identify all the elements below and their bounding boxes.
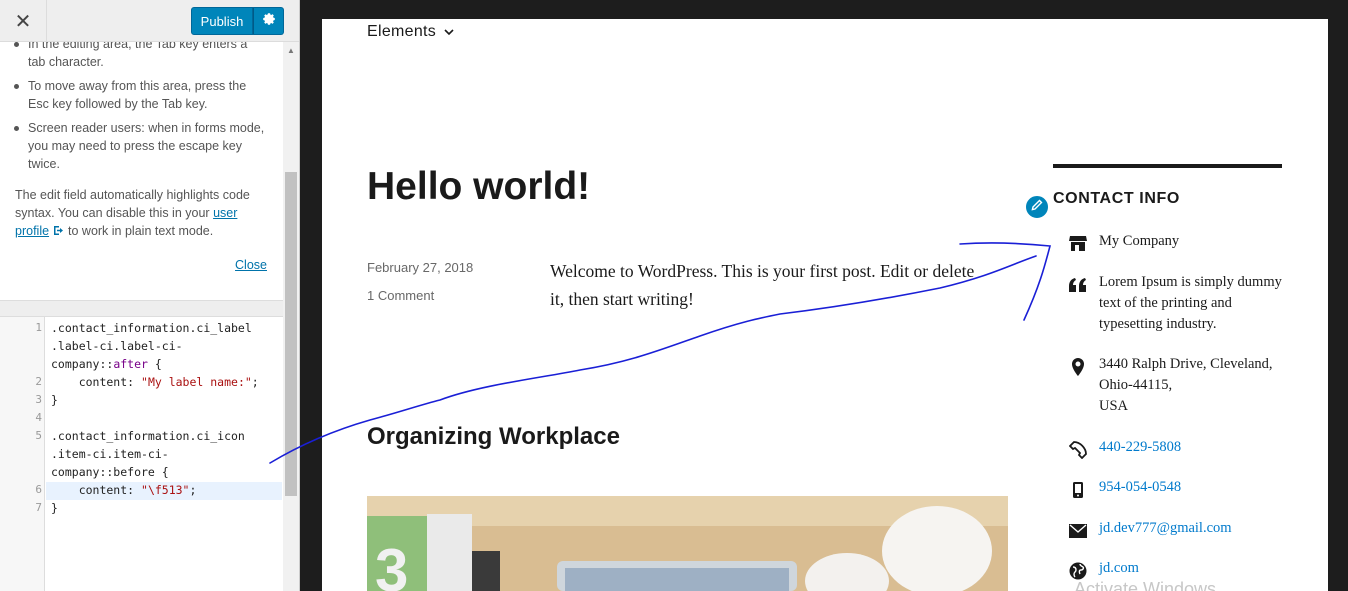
mobile-icon: [1069, 481, 1087, 499]
code-token: content:: [51, 483, 142, 497]
contact-mobile[interactable]: 954-054-0548: [1099, 477, 1294, 498]
line-number: 4: [35, 411, 42, 424]
code-line: .item-ci.item-ci-: [51, 447, 169, 461]
site-preview: Elements Hello world! February 27, 2018 …: [322, 19, 1328, 591]
line-number: 6: [35, 483, 42, 496]
publish-button[interactable]: Publish: [191, 7, 253, 35]
widget-divider: [1053, 164, 1282, 168]
post-comments-link[interactable]: 1 Comment: [367, 288, 434, 303]
code-token: company::: [51, 357, 114, 371]
nav-item-label: Elements: [367, 23, 437, 40]
scrollbar-thumb[interactable]: [285, 172, 297, 496]
phone-link[interactable]: 440-229-5808: [1099, 439, 1181, 455]
globe-icon: [1069, 562, 1087, 580]
envelope-icon: [1069, 522, 1087, 540]
code-line: .contact_information.ci_label: [51, 321, 252, 335]
contact-description: Lorem Ipsum is simply dummy text of the …: [1099, 274, 1282, 332]
mobile-link[interactable]: 954-054-0548: [1099, 479, 1181, 495]
widget-title: CONTACT INFO: [1053, 190, 1180, 207]
contact-email[interactable]: jd.dev777@gmail.com: [1099, 518, 1294, 539]
contact-company: My Company: [1099, 233, 1180, 249]
code-line: .contact_information.ci_icon: [51, 429, 245, 443]
email-link[interactable]: jd.dev777@gmail.com: [1099, 520, 1232, 536]
nav-menu-elements[interactable]: Elements: [367, 23, 454, 41]
phone-icon: [1069, 441, 1087, 459]
code-line: company::after {: [51, 357, 162, 371]
code-token: content:: [51, 375, 142, 389]
line-gutter: [0, 317, 45, 591]
chevron-down-icon: [444, 25, 454, 39]
code-line: }: [51, 393, 58, 407]
line-number: 2: [35, 375, 42, 388]
code-token: ;: [189, 483, 197, 497]
help-item: Screen reader users: when in forms mode,…: [14, 119, 268, 173]
contact-website[interactable]: jd.com: [1099, 558, 1294, 579]
publish-settings-button[interactable]: [253, 7, 284, 35]
activate-windows-watermark: Activate Windows: [1074, 579, 1217, 591]
code-string: "\f513": [141, 483, 190, 497]
help-item: In the editing area, the Tab key enters …: [14, 42, 268, 71]
svg-text:3: 3: [375, 537, 408, 591]
edit-shortcut-button[interactable]: [1024, 194, 1050, 220]
code-line: company::before {: [51, 465, 169, 479]
publish-group: Publish: [191, 7, 284, 35]
help-text: to work in plain text mode.: [68, 224, 214, 238]
code-line: }: [51, 501, 58, 515]
code-line: content: "\f513";: [51, 483, 197, 497]
post-title[interactable]: Hello world!: [367, 165, 590, 209]
css-code-editor[interactable]: 1 2 3 4 5 6 7 .contact_information.ci_la…: [0, 317, 283, 591]
scroll-up-arrow-icon[interactable]: ▲: [283, 46, 299, 56]
customizer-panel: ✕ Publish In the editing area, the Tab k…: [0, 0, 300, 591]
map-pin-icon: [1069, 358, 1087, 376]
website-link[interactable]: jd.com: [1099, 560, 1139, 576]
help-item: To move away from this area, press the E…: [14, 77, 268, 113]
line-number: 3: [35, 393, 42, 406]
post-title-2[interactable]: Organizing Workplace: [367, 423, 620, 451]
code-line: content: "My label name:";: [51, 375, 259, 389]
line-number: 7: [35, 501, 42, 514]
store-icon: [1069, 234, 1087, 252]
close-help-link[interactable]: Close: [235, 256, 267, 274]
line-number: 1: [35, 321, 42, 334]
post-content: Welcome to WordPress. This is your first…: [550, 261, 975, 309]
address-line: 3440 Ralph Drive, Cleveland, Ohio-44115,: [1099, 356, 1273, 393]
external-link-icon: [53, 223, 65, 241]
gear-icon: [262, 12, 276, 30]
pencil-icon: [1031, 198, 1043, 216]
address-line: USA: [1099, 398, 1129, 414]
line-number: 5: [35, 429, 42, 442]
contact-address: 3440 Ralph Drive, Cleveland, Ohio-44115,…: [1099, 354, 1299, 417]
post-date[interactable]: February 27, 2018: [367, 260, 473, 275]
customizer-header: ✕ Publish: [0, 0, 299, 42]
quote-icon: [1069, 276, 1087, 294]
contact-phone[interactable]: 440-229-5808: [1099, 437, 1294, 458]
code-token: {: [147, 357, 162, 371]
close-customizer-button[interactable]: ✕: [0, 0, 47, 42]
code-line: .label-ci.label-ci-: [51, 339, 183, 353]
code-string: "My label name:": [141, 375, 252, 389]
code-editor-help: In the editing area, the Tab key enters …: [0, 42, 283, 300]
section-divider: [0, 300, 283, 317]
code-token: ;: [251, 375, 259, 389]
code-keyword: after: [113, 357, 148, 371]
featured-image[interactable]: 3: [367, 496, 1008, 591]
help-paragraph: The edit field automatically highlights …: [15, 186, 265, 241]
